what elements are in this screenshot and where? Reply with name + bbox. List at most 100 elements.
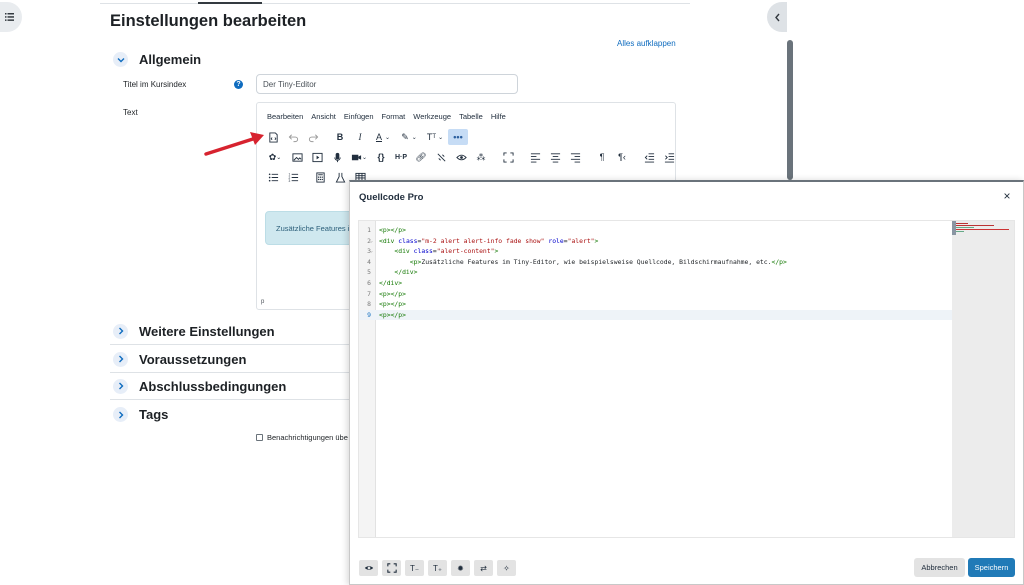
bold-icon[interactable]: B — [330, 129, 350, 145]
fullscreen-button[interactable] — [382, 560, 401, 576]
code-line[interactable]: 1 <p></p> — [359, 225, 1014, 236]
align-right-icon[interactable] — [565, 149, 585, 165]
magic-wand-icon: ✧ — [503, 563, 510, 573]
right-drawer-toggle-button[interactable] — [767, 2, 787, 32]
line-number: 5 — [367, 268, 371, 277]
fold-chevron-icon[interactable]: ⌄ — [370, 236, 373, 247]
undo-icon[interactable] — [283, 129, 303, 145]
page-scrollbar[interactable] — [787, 40, 793, 180]
code-line[interactable]: 2 ⌄ <div class="m-2 alert alert-info fade … — [359, 236, 1014, 247]
highlight-color-icon[interactable]: ✎ ⌄ — [396, 129, 422, 145]
ltr-icon[interactable]: ¶ — [592, 149, 612, 165]
redo-icon[interactable] — [303, 129, 323, 145]
notify-checkbox-row[interactable]: Benachrichtigungen übe — [256, 433, 348, 442]
code-minimap[interactable] — [952, 221, 1014, 537]
chevron-left-icon — [774, 13, 780, 21]
dialog-footer: T₋ T₊ ✹ ⇄ ✧ Abbrechen Speichern — [350, 550, 1023, 584]
line-number: 6 — [367, 278, 371, 287]
help-icon[interactable]: ? — [234, 80, 243, 89]
close-icon[interactable]: × — [1002, 189, 1012, 203]
active-tab-indicator — [198, 2, 262, 4]
code-text: <p>Zusätzliche Features im Tiny-Editor, … — [409, 257, 787, 266]
section-header-weitere-einstellungen[interactable]: Weitere Einstellungen — [110, 318, 350, 345]
section-title: Abschlussbedingungen — [139, 378, 287, 394]
code-text: <p></p> — [379, 226, 406, 234]
decrease-font-button[interactable]: T₋ — [405, 560, 424, 576]
increase-font-button[interactable]: T₊ — [428, 560, 447, 576]
editor-toolbar-row-1: B I A ⌄ ✎ ⌄ T T ⌄ ••• — [263, 129, 468, 145]
svg-text:3: 3 — [288, 179, 290, 183]
rtl-icon[interactable]: ¶‹ — [612, 149, 632, 165]
code-text: <p></p> — [379, 300, 406, 309]
outdent-icon[interactable] — [639, 149, 659, 165]
microphone-icon[interactable] — [327, 149, 347, 165]
swap-arrows-icon: ⇄ — [480, 563, 487, 573]
dialog-title: Quellcode Pro — [359, 192, 424, 203]
code-line[interactable]: 9 <p></p> — [359, 309, 1014, 321]
code-line[interactable]: 5 </div> — [359, 267, 1014, 278]
notify-checkbox[interactable] — [256, 434, 263, 441]
italic-icon[interactable]: I — [350, 129, 370, 145]
editor-menubar: Bearbeiten Ansicht Einfügen Format Werkz… — [267, 112, 506, 121]
h5p-icon[interactable]: H·P — [391, 149, 411, 165]
code-text: <p></p> — [379, 310, 406, 319]
font-size-icon[interactable]: T T ⌄ — [422, 129, 448, 145]
more-toolbar-button[interactable]: ••• — [448, 129, 468, 145]
align-left-icon[interactable] — [525, 149, 545, 165]
align-center-icon[interactable] — [545, 149, 565, 165]
line-number: 7 — [367, 289, 371, 298]
code-braces-icon[interactable]: {} — [371, 149, 391, 165]
section-title: Allgemein — [139, 52, 202, 67]
theme-toggle-button[interactable]: ✹ — [451, 560, 470, 576]
code-lines[interactable]: 1 <p></p> 2 ⌄ <div class="m-2 alert alert-in… — [359, 225, 1014, 321]
menu-hilfe[interactable]: Hilfe — [491, 112, 506, 121]
save-button[interactable]: Speichern — [968, 558, 1015, 577]
image-icon[interactable] — [287, 149, 307, 165]
eye-icon[interactable] — [451, 149, 471, 165]
bullet-list-icon[interactable] — [263, 169, 283, 185]
indent-icon[interactable] — [659, 149, 675, 165]
code-line[interactable]: 4 <p>Zusätzliche Features im Tiny-Editor… — [359, 257, 1014, 268]
code-line[interactable]: 8 <p></p> — [359, 299, 1014, 310]
fullscreen-icon[interactable] — [498, 149, 518, 165]
text-color-icon[interactable]: A ⌄ — [370, 129, 396, 145]
video-camera-icon[interactable]: ⌄ — [347, 149, 371, 165]
section-header-tags[interactable]: Tags — [110, 401, 350, 428]
line-number: 8 — [367, 300, 371, 309]
section-header-abschlussbedingungen[interactable]: Abschlussbedingungen — [110, 373, 350, 400]
link-icon[interactable]: 🔗︎ — [411, 149, 431, 165]
menu-einfuegen[interactable]: Einfügen — [344, 112, 374, 121]
code-line[interactable]: 6 </div> — [359, 278, 1014, 289]
expand-all-link[interactable]: Alles aufklappen — [617, 39, 676, 48]
list-icon — [4, 13, 14, 21]
notify-label: Benachrichtigungen übe — [267, 433, 348, 442]
dialog-tool-buttons: T₋ T₊ ✹ ⇄ ✧ — [359, 560, 516, 576]
title-input[interactable] — [256, 74, 518, 94]
menu-ansicht[interactable]: Ansicht — [311, 112, 336, 121]
numbered-list-icon[interactable]: 123 — [283, 169, 303, 185]
menu-tabelle[interactable]: Tabelle — [459, 112, 483, 121]
media-icon[interactable] — [307, 149, 327, 165]
fold-chevron-icon[interactable]: ⌄ — [370, 246, 373, 257]
wrap-toggle-button[interactable]: ⇄ — [474, 560, 493, 576]
code-line[interactable]: 7 <p></p> — [359, 289, 1014, 300]
accessibility-checker-icon[interactable]: ⁂ — [471, 149, 491, 165]
menu-format[interactable]: Format — [382, 112, 406, 121]
unlink-icon[interactable] — [431, 149, 451, 165]
section-header-voraussetzungen[interactable]: Voraussetzungen — [110, 346, 350, 373]
cancel-button[interactable]: Abbrechen — [914, 558, 965, 577]
drawer-toggle-button[interactable] — [0, 2, 22, 32]
editor-toolbar-row-2: ✿ ⌄ ⌄ {} H·P 🔗︎ ⁂ ¶ ¶‹ — [263, 149, 675, 165]
calculator-icon[interactable] — [310, 169, 330, 185]
section-header-allgemein[interactable]: Allgemein — [113, 52, 201, 67]
preview-eye-button[interactable] — [359, 560, 378, 576]
code-line[interactable]: 3 ⌄ <div class="alert-content"> — [359, 246, 1014, 257]
format-code-button[interactable]: ✧ — [497, 560, 516, 576]
line-number: 1 — [367, 226, 371, 234]
menu-werkzeuge[interactable]: Werkzeuge — [413, 112, 451, 121]
eye-icon — [364, 566, 373, 570]
menu-bearbeiten[interactable]: Bearbeiten — [267, 112, 303, 121]
chemistry-icon[interactable] — [330, 169, 350, 185]
code-editor[interactable]: 1 <p></p> 2 ⌄ <div class="m-2 alert alert-in… — [358, 220, 1015, 538]
code-text: <p></p> — [379, 289, 406, 298]
